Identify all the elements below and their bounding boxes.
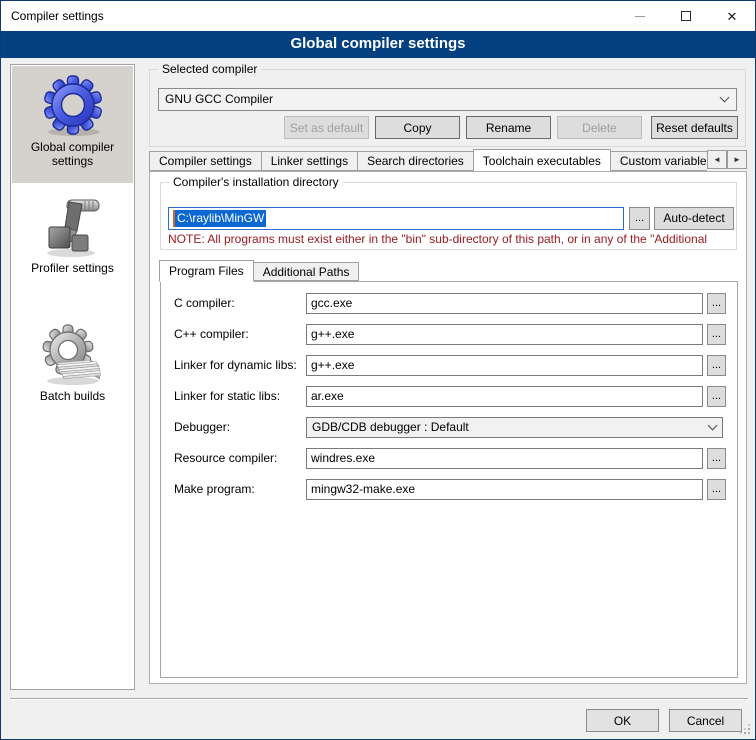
right-arrow-icon: ► — [733, 155, 741, 164]
chevron-down-icon — [720, 92, 730, 102]
linker-dynamic-label: Linker for dynamic libs: — [174, 355, 297, 376]
settings-category-list: Global compiler settings — [10, 64, 135, 690]
window-title: Compiler settings — [11, 1, 104, 31]
resource-compiler-browse-button[interactable]: ... — [707, 448, 726, 469]
sidebar-item-label: Batch builds — [12, 389, 133, 403]
page-title: Global compiler settings — [1, 31, 755, 58]
profiler-caliper-icon — [41, 195, 105, 259]
tab-toolchain-executables[interactable]: Toolchain executables — [473, 149, 611, 171]
debugger-select-value: GDB/CDB debugger : Default — [312, 420, 469, 434]
resize-grip[interactable] — [739, 723, 751, 735]
sidebar-item-label: Profiler settings — [12, 261, 133, 275]
set-as-default-button[interactable]: Set as default — [284, 116, 369, 139]
compiler-settings-dialog: Compiler settings ✕ Global compiler sett… — [0, 0, 756, 740]
sidebar-item-batch-builds[interactable]: Batch builds — [12, 315, 133, 427]
linker-static-input[interactable]: ar.exe — [306, 386, 703, 407]
reset-defaults-button[interactable]: Reset defaults — [651, 116, 738, 139]
copy-button[interactable]: Copy — [375, 116, 460, 139]
sidebar-item-profiler-settings[interactable]: Profiler settings — [12, 187, 133, 299]
maximize-button[interactable] — [663, 1, 709, 31]
settings-tabstrip: Compiler settings Linker settings Search… — [149, 148, 707, 171]
linker-dynamic-input[interactable]: g++.exe — [306, 355, 703, 376]
tab-additional-paths[interactable]: Additional Paths — [253, 262, 360, 281]
linker-dynamic-browse-button[interactable]: ... — [707, 355, 726, 376]
footer-divider — [10, 698, 748, 700]
directory-selected-text: C:\raylib\MinGW — [173, 210, 266, 227]
rename-button[interactable]: Rename — [466, 116, 551, 139]
close-icon: ✕ — [727, 10, 738, 23]
program-files-tabstrip: Program Files Additional Paths — [160, 259, 359, 281]
left-arrow-icon: ◄ — [713, 155, 721, 164]
linker-static-browse-button[interactable]: ... — [707, 386, 726, 407]
tab-scroll-left-button[interactable]: ◄ — [707, 150, 727, 169]
compiler-select[interactable]: GNU GCC Compiler — [158, 88, 737, 111]
tab-program-files[interactable]: Program Files — [159, 260, 254, 282]
tab-search-directories[interactable]: Search directories — [357, 151, 474, 171]
browse-directory-button[interactable]: ... — [629, 207, 650, 230]
sidebar-item-label: Global compiler settings — [12, 140, 133, 168]
tab-compiler-settings[interactable]: Compiler settings — [149, 151, 262, 171]
tab-scroll-right-button[interactable]: ► — [727, 150, 747, 169]
note-text: NOTE: All programs must exist either in … — [168, 232, 740, 246]
tab-custom-variables[interactable]: Custom variables — [610, 151, 707, 171]
c-compiler-input[interactable]: gcc.exe — [306, 293, 703, 314]
close-button[interactable]: ✕ — [709, 1, 755, 31]
make-program-browse-button[interactable]: ... — [707, 479, 726, 500]
c-compiler-label: C compiler: — [174, 293, 235, 314]
chevron-down-icon — [708, 420, 718, 430]
resource-compiler-label: Resource compiler: — [174, 448, 277, 469]
installation-directory-input[interactable]: C:\raylib\MinGW — [168, 207, 624, 230]
tab-linker-settings[interactable]: Linker settings — [261, 151, 358, 171]
cpp-compiler-browse-button[interactable]: ... — [707, 324, 726, 345]
auto-detect-button[interactable]: Auto-detect — [654, 207, 734, 230]
make-program-label: Make program: — [174, 479, 255, 500]
cpp-compiler-input[interactable]: g++.exe — [306, 324, 703, 345]
group-legend: Compiler's installation directory — [169, 175, 343, 189]
titlebar[interactable]: Compiler settings ✕ — [1, 1, 755, 31]
toolchain-executables-page: Compiler's installation directory C:\ray… — [149, 171, 747, 684]
gear-blue-icon — [41, 74, 105, 138]
ok-button[interactable]: OK — [586, 709, 659, 732]
cpp-compiler-label: C++ compiler: — [174, 324, 249, 345]
compiler-select-value: GNU GCC Compiler — [165, 92, 273, 106]
group-legend: Selected compiler — [158, 62, 261, 76]
resource-compiler-input[interactable]: windres.exe — [306, 448, 703, 469]
c-compiler-browse-button[interactable]: ... — [707, 293, 726, 314]
make-program-input[interactable]: mingw32-make.exe — [306, 479, 703, 500]
debugger-label: Debugger: — [174, 417, 230, 438]
linker-static-label: Linker for static libs: — [174, 386, 280, 407]
minimize-button[interactable] — [617, 1, 663, 31]
delete-button[interactable]: Delete — [557, 116, 642, 139]
debugger-select[interactable]: GDB/CDB debugger : Default — [306, 417, 723, 438]
sidebar-item-global-compiler-settings[interactable]: Global compiler settings — [12, 66, 133, 183]
maximize-icon — [681, 11, 691, 21]
cancel-button[interactable]: Cancel — [669, 709, 742, 732]
program-files-page: C compiler: gcc.exe ... C++ compiler: g+… — [160, 281, 738, 678]
gear-batch-icon — [41, 323, 105, 387]
minimize-icon — [635, 16, 645, 17]
